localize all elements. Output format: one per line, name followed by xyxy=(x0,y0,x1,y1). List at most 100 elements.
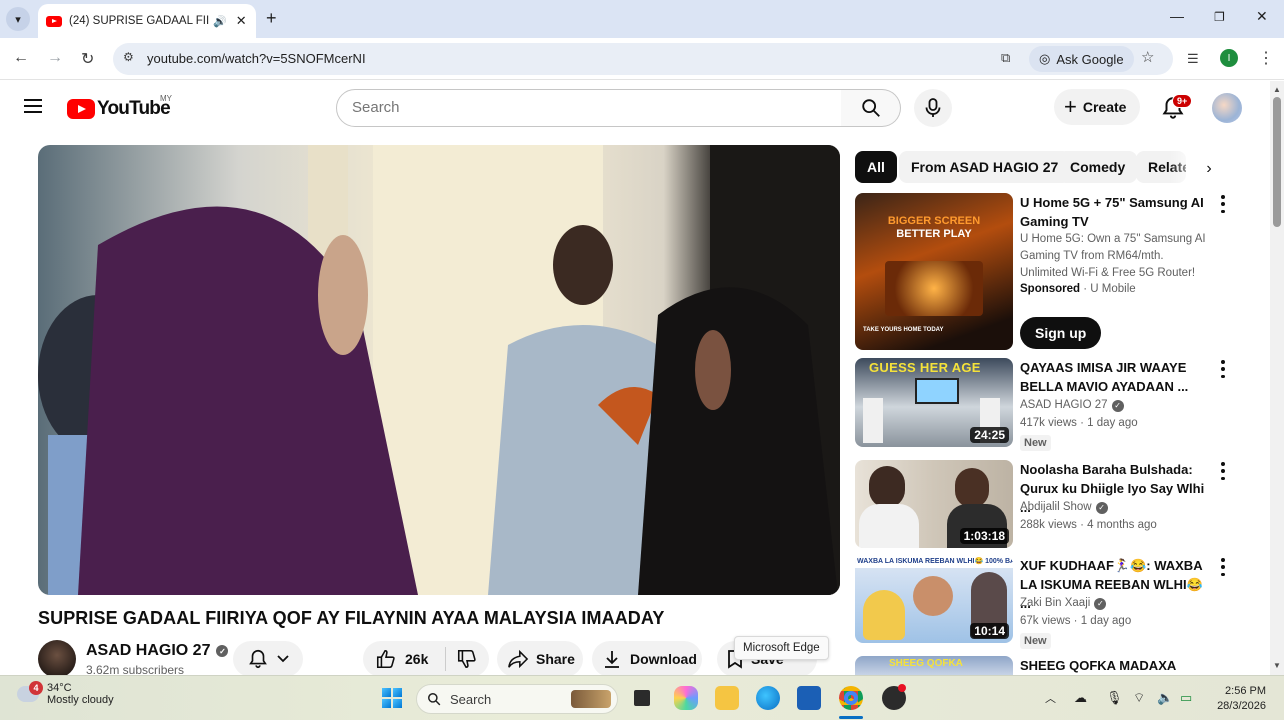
active-app-indicator xyxy=(839,716,863,719)
more-options-icon[interactable] xyxy=(1217,360,1229,378)
channel-name[interactable]: ASAD HAGIO 27 xyxy=(86,642,210,660)
video-title: SUPRISE GADAAL FIIRIYA QOF AY FILAYNIN A… xyxy=(38,608,665,628)
cloud-sync-icon[interactable]: ☁ xyxy=(1074,690,1087,706)
chip-comedy[interactable]: Comedy xyxy=(1058,151,1138,183)
new-tab-icon[interactable]: + xyxy=(266,8,277,29)
channel-name[interactable]: ASAD HAGIO 27 xyxy=(1020,397,1108,414)
volume-icon[interactable]: 🔈 xyxy=(1157,690,1173,706)
channel-name[interactable]: Zaki Bin Xaaji xyxy=(1020,595,1090,612)
close-window-icon[interactable]: ✕ xyxy=(1256,8,1268,25)
address-bar[interactable]: ⚙ youtube.com/watch?v=5SNOFMcerNI ⧉ ◎ As… xyxy=(113,43,1173,75)
restore-icon[interactable]: ❐ xyxy=(1214,10,1225,24)
more-options-icon[interactable] xyxy=(1217,558,1229,576)
ad-sponsor-line: Sponsored · U Mobile xyxy=(1020,281,1136,298)
bell-icon xyxy=(249,649,267,669)
verified-icon: ✓ xyxy=(1095,501,1108,514)
file-explorer-icon[interactable] xyxy=(715,686,739,710)
sign-up-button[interactable]: Sign up xyxy=(1020,317,1102,349)
scroll-thumb[interactable] xyxy=(1273,97,1281,227)
related-video-card[interactable]: GUESS HER AGE 24:25 QAYAAS IMISA JIR WAA… xyxy=(855,358,1225,451)
more-options-icon[interactable] xyxy=(1217,195,1229,213)
like-dislike-group: 26k xyxy=(363,641,489,677)
install-app-icon[interactable]: ⧉ xyxy=(1001,50,1010,66)
taskbar-search-label: Search xyxy=(450,691,492,707)
browser-menu-icon[interactable]: ⋮ xyxy=(1258,48,1274,68)
chevron-right-icon[interactable]: › xyxy=(1196,156,1222,182)
weather-condition: Mostly cloudy xyxy=(47,694,114,706)
scroll-up-icon[interactable]: ▲ xyxy=(1273,85,1281,94)
sponsored-label: Sponsored xyxy=(1020,283,1081,295)
related-video-card[interactable]: WAXBA LA ISKUMA REEBAN WLHI😂 100% BA 10:… xyxy=(855,556,1225,649)
ad-thumb-line2: BETTER PLAY xyxy=(896,228,972,240)
tab-title: (24) SUPRISE GADAAL FIIRIYA QOF AY FILAY… xyxy=(69,15,209,27)
video-thumbnail[interactable]: GUESS HER AGE 24:25 xyxy=(855,358,1013,447)
share-button[interactable]: Share xyxy=(497,641,583,677)
site-info-icon[interactable]: ⚙ xyxy=(123,50,134,64)
bookmark-star-icon[interactable]: ☆ xyxy=(1141,48,1154,66)
ad-description: U Home 5G: Own a 75" Samsung AI Gaming T… xyxy=(1020,233,1206,279)
more-options-icon[interactable] xyxy=(1217,462,1229,480)
video-title[interactable]: SHEEG QOFKA MADAXA KUGU xyxy=(1020,656,1208,675)
browser-tab-active[interactable]: (24) SUPRISE GADAAL FIIRIYA QOF AY FILAY… xyxy=(38,4,256,38)
back-icon[interactable]: ← xyxy=(13,49,29,67)
ad-title[interactable]: U Home 5G + 75" Samsung AI Gaming TV xyxy=(1020,193,1208,231)
subscribed-notifications-button[interactable] xyxy=(233,641,303,677)
browser-tab-strip: ▾ (24) SUPRISE GADAAL FIIRIYA QOF AY FIL… xyxy=(0,0,1284,38)
dislike-button[interactable] xyxy=(446,648,478,670)
search-box xyxy=(336,89,842,127)
microphone-icon xyxy=(925,98,941,117)
minimize-icon[interactable]: — xyxy=(1170,8,1184,24)
reload-icon[interactable]: ↻ xyxy=(81,49,94,69)
channel-name-row[interactable]: ASAD HAGIO 27 ✓ xyxy=(86,642,229,660)
microsoft-store-icon[interactable] xyxy=(797,686,821,710)
video-thumbnail[interactable]: 1:03:18 xyxy=(855,460,1013,548)
menu-icon[interactable] xyxy=(24,99,42,113)
search-button[interactable] xyxy=(841,89,901,127)
youtube-header: YouTube MY + Create 9+ xyxy=(0,81,1270,135)
microsoft-edge-icon[interactable] xyxy=(756,686,780,710)
task-view-icon[interactable] xyxy=(634,690,650,706)
page-scrollbar[interactable]: ▲ ▼ xyxy=(1270,81,1284,675)
profile-avatar[interactable]: I xyxy=(1220,49,1238,67)
video-player[interactable] xyxy=(38,145,840,595)
like-button[interactable]: 26k xyxy=(363,648,445,670)
related-video-card[interactable]: SHEEG QOFKA SHEEG QOFKA MADAXA KUGU xyxy=(855,656,1215,675)
video-thumbnail[interactable]: WAXBA LA ISKUMA REEBAN WLHI😂 100% BA 10:… xyxy=(855,556,1013,643)
channel-name[interactable]: Abdijalil Show xyxy=(1020,499,1092,516)
thumbnail-face-center xyxy=(913,576,953,616)
copilot-icon[interactable] xyxy=(674,686,698,710)
reading-list-icon[interactable]: ☰ xyxy=(1187,51,1199,67)
tab-search-icon[interactable]: ▾ xyxy=(6,7,30,31)
voice-search-button[interactable] xyxy=(914,89,952,127)
ask-google-button[interactable]: ◎ Ask Google xyxy=(1029,46,1134,72)
chip-all[interactable]: All xyxy=(855,151,897,183)
youtube-logo[interactable]: YouTube xyxy=(67,98,171,120)
chip-from-channel[interactable]: From ASAD HAGIO 27 xyxy=(899,151,1071,183)
show-hidden-icons-icon[interactable]: ︿ xyxy=(1045,690,1056,706)
taskbar-search[interactable]: Search xyxy=(416,684,618,714)
url-text[interactable]: youtube.com/watch?v=5SNOFMcerNI xyxy=(147,51,366,66)
search-input[interactable] xyxy=(352,99,822,116)
windows-start-icon[interactable] xyxy=(382,688,402,708)
close-tab-icon[interactable]: ✕ xyxy=(236,13,247,29)
ad-thumbnail[interactable]: BIGGER SCREEN BETTER PLAY TAKE YOURS HOM… xyxy=(855,193,1013,350)
battery-icon[interactable]: ▭ xyxy=(1180,690,1192,706)
scroll-down-icon[interactable]: ▼ xyxy=(1273,661,1281,670)
clock-date: 28/3/2026 xyxy=(1217,700,1266,712)
speaker-icon[interactable]: 🔊 xyxy=(213,15,227,28)
related-video-card[interactable]: 1:03:18 Noolasha Baraha Bulshada: Qurux … xyxy=(855,460,1225,550)
video-thumbnail[interactable]: SHEEG QOFKA xyxy=(855,656,1013,675)
channel-avatar[interactable] xyxy=(38,640,76,678)
share-label: Share xyxy=(536,651,575,667)
mic-tray-icon[interactable]: 🎙 xyxy=(1106,690,1123,706)
video-title[interactable]: QAYAAS IMISA JIR WAAYE BELLA MAVIO AYADA… xyxy=(1020,358,1208,396)
account-avatar[interactable] xyxy=(1212,93,1242,123)
google-chrome-icon[interactable] xyxy=(839,686,863,710)
thumbnail-person-right xyxy=(955,468,989,508)
clock[interactable]: 2:56 PM 28/3/2026 xyxy=(1214,684,1266,714)
wifi-icon[interactable]: ⌔ xyxy=(1133,690,1145,706)
sponsored-card[interactable]: BIGGER SCREEN BETTER PLAY TAKE YOURS HOM… xyxy=(855,193,1225,353)
create-button[interactable]: + Create xyxy=(1054,89,1141,125)
download-button[interactable]: Download xyxy=(592,641,702,677)
forward-icon[interactable]: → xyxy=(47,49,63,67)
